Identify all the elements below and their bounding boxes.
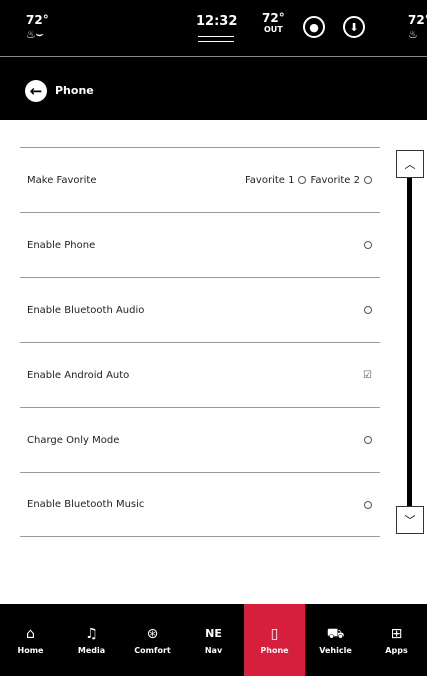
chevron-down-icon: ﹀ [404,514,416,527]
car-icon: ⛟ [326,626,345,642]
seat-heat-icon: ♨⌣ [26,28,44,41]
home-icon: ⌂ [26,626,35,642]
scroll-down-button[interactable]: ﹀ [396,506,424,534]
favorite-2-radio[interactable] [364,176,372,184]
setting-label: Enable Bluetooth Audio [27,304,145,316]
clock: 12:32 [196,14,238,29]
nav-item-apps[interactable]: ⊞ Apps [366,604,427,676]
setting-row-android-auto[interactable]: Enable Android Auto ☑ [20,342,380,407]
bluetooth-music-radio[interactable] [364,500,372,509]
compass-icon: NE [205,627,222,640]
outside-label: OUT [263,25,283,34]
setting-row-bluetooth-audio[interactable]: Enable Bluetooth Audio [20,277,380,342]
status-bar: 72° ♨⌣ 12:32 72° OUT ● ⬇ 72° ♨ [0,0,427,56]
nav-item-nav[interactable]: NE Nav [183,604,244,676]
android-auto-check-icon[interactable]: ☑ [363,370,372,381]
page-header: ← Phone [0,57,427,120]
favorite-1-radio[interactable] [298,176,307,184]
passenger-temp: 72° [408,13,427,27]
settings-list: Make Favorite Favorite 1 Favorite 2 Enab… [20,147,380,537]
setting-row-make-favorite[interactable]: Make Favorite Favorite 1 Favorite 2 [20,147,380,212]
enable-phone-radio[interactable] [364,241,372,249]
bluetooth-audio-radio[interactable] [364,306,372,314]
scroll-up-button[interactable]: ︿ [396,150,424,178]
outside-temp: 72° OUT [262,11,285,35]
seat-heat-icon: ♨ [408,28,418,41]
favorite-options: Favorite 1 Favorite 2 [245,175,372,186]
nav-item-vehicle[interactable]: ⛟ Vehicle [305,604,366,676]
arrow-left-icon: ← [29,82,43,100]
favorite-2-label: Favorite 2 [310,174,360,186]
nav-item-home[interactable]: ⌂ Home [0,604,61,676]
nav-item-phone[interactable]: ▯ Phone [244,604,305,676]
setting-label: Make Favorite [27,174,97,186]
setting-label: Enable Phone [27,239,96,251]
nav-label: Home [17,646,44,655]
bottom-nav: ⌂ Home ♫ Media ⊛ Comfort NE Nav ▯ Phone … [0,604,427,676]
notification-icon[interactable]: ⬇ [343,16,365,38]
nav-item-media[interactable]: ♫ Media [61,604,122,676]
chevron-up-icon: ︿ [404,158,416,171]
charge-only-radio[interactable] [364,436,372,444]
driver-climate[interactable]: 72° ♨⌣ [26,13,49,42]
nav-label: Nav [204,646,223,655]
setting-label: Enable Bluetooth Music [27,499,145,510]
grid-icon: ⊞ [390,626,403,642]
passenger-climate[interactable]: 72° ♨ [408,13,427,42]
setting-label: Enable Android Auto [27,369,130,381]
nav-label: Phone [260,646,289,655]
nav-label: Comfort [134,646,171,655]
divider-lines [198,36,234,42]
fan-icon: ⊛ [146,626,159,642]
driver-temp: 72° [26,13,49,27]
nav-label: Vehicle [319,646,352,655]
music-icon: ♫ [85,626,98,642]
profile-icon[interactable]: ● [303,16,325,38]
setting-row-bluetooth-music[interactable]: Enable Bluetooth Music [20,472,380,537]
back-button[interactable]: ← [25,80,47,102]
setting-label: Charge Only Mode [27,434,120,446]
nav-item-comfort[interactable]: ⊛ Comfort [122,604,183,676]
page-title: Phone [55,84,94,97]
scrollbar-track[interactable] [407,178,412,506]
setting-row-charge-only[interactable]: Charge Only Mode [20,407,380,472]
phone-icon: ▯ [270,626,279,642]
outside-temp-value: 72° [262,11,285,25]
favorite-1-label: Favorite 1 [244,174,295,186]
setting-row-enable-phone[interactable]: Enable Phone [20,212,380,277]
nav-label: Apps [385,646,408,655]
nav-label: Media [77,646,106,655]
